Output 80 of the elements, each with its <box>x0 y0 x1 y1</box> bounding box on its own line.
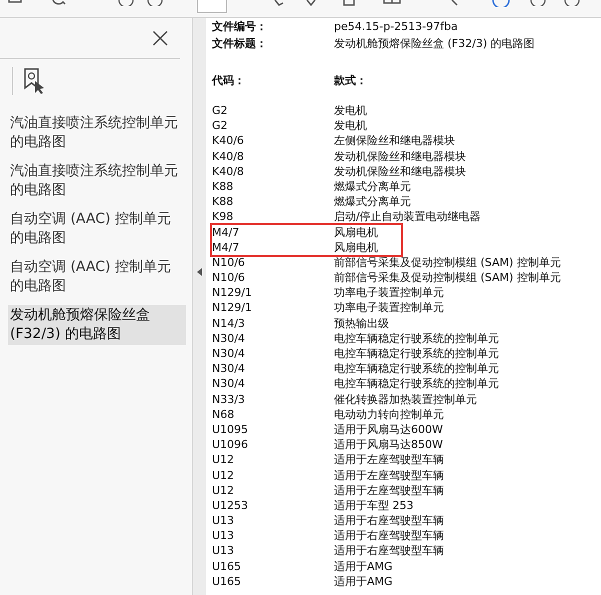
name-cell: 电动动力转向控制单元 <box>334 406 444 422</box>
name-cell: 发电机 <box>334 118 367 134</box>
column-header: 款式： <box>334 73 367 89</box>
name-cell: 适用于左座驾驶型车辆 <box>334 468 444 483</box>
name-cell: 电控车辆稳定行驶系统的控制单元 <box>334 330 499 346</box>
code-cell-text: U12 <box>212 452 236 468</box>
code-cell-text: N10/6 <box>212 270 246 286</box>
name-cell: 前部信号采集及促动控制模组 (SAM) 控制单元 <box>334 254 561 270</box>
meta-value: pe54.15-p-2513-97fba <box>334 19 458 35</box>
code-cell-text: N14/3 <box>212 316 246 331</box>
bookmark-item[interactable]: 自动空调 (AAC) 控制单元的电路图 <box>8 257 186 297</box>
name-cell: 适用于右座驾驶型车辆 <box>334 528 444 544</box>
meta-value: 发动机舱预熔保险丝盒 (F32/3) 的电路图 <box>334 36 535 52</box>
code-cell-text: M4/7 <box>212 240 240 255</box>
code-cell-text: N33/3 <box>212 392 246 407</box>
code-cell-text: U13 <box>212 528 236 544</box>
collapse-arrow-icon[interactable] <box>197 268 202 276</box>
meta-label: 文件编号： <box>212 19 268 35</box>
code-cell-text: K98 <box>212 209 234 224</box>
name-cell: 适用于AMG <box>334 574 393 589</box>
bookmark-item[interactable]: 发动机舱预熔保险丝盒 (F32/3) 的电路图 <box>8 305 186 345</box>
name-cell: 催化转换器加热装置控制单元 <box>334 392 477 407</box>
code-cell-text: K88 <box>212 178 234 194</box>
code-cell-text: N129/1 <box>212 285 253 300</box>
name-cell: 适用于AMG <box>334 558 393 574</box>
close-button[interactable]: × <box>140 24 180 52</box>
name-cell: 电控车辆稳定行驶系统的控制单元 <box>334 376 499 392</box>
bookmark-item[interactable]: 自动空调 (AAC) 控制单元的电路图 <box>8 209 186 249</box>
name-cell: 风扇电机 <box>334 240 378 255</box>
code-cell-text: K40/8 <box>212 164 245 179</box>
name-cell: 启动/停止自动装置电动继电器 <box>334 209 481 224</box>
code-cell-text: K88 <box>212 194 234 210</box>
name-cell: 电控车辆稳定行驶系统的控制单元 <box>334 346 499 362</box>
name-cell: 发动机保险丝和继电器模块 <box>334 148 466 164</box>
code-cell-text: U13 <box>212 513 236 528</box>
name-cell: 适用于左座驾驶型车辆 <box>334 482 444 498</box>
name-cell: 发动机保险丝和继电器模块 <box>334 164 466 179</box>
name-cell: 燃爆式分离单元 <box>334 178 411 194</box>
bookmark-item[interactable]: 汽油直接喷注系统控制单元的电路图 <box>8 161 186 201</box>
name-cell: 适用于左座驾驶型车辆 <box>334 452 444 468</box>
code-cell-text: K40/8 <box>212 148 245 164</box>
code-cell-text: U12 <box>212 482 236 498</box>
search-icon[interactable] <box>52 0 66 5</box>
code-cell-text: N30/4 <box>212 330 246 346</box>
name-cell: 功率电子装置控制单元 <box>334 285 444 300</box>
name-cell: 适用于风扇马达850W <box>334 437 443 452</box>
meta-label: 文件标题： <box>212 36 268 52</box>
code-cell-text: U165 <box>212 574 242 589</box>
code-cell-text: N30/4 <box>212 376 246 392</box>
code-cell-text: N129/1 <box>212 300 253 316</box>
name-cell: 发电机 <box>334 103 367 118</box>
page-number-field[interactable] <box>197 0 227 13</box>
code-cell-text: M4/7 <box>212 224 240 240</box>
code-cell-text: N10/6 <box>212 254 246 270</box>
code-cell-text: G2 <box>212 103 229 118</box>
code-cell-text: N68 <box>212 406 236 422</box>
code-cell-text: K40/6 <box>212 133 245 149</box>
code-cell-text: U165 <box>212 558 242 574</box>
name-cell: 燃爆式分离单元 <box>334 194 411 210</box>
code-cell-text: U1253 <box>212 498 250 514</box>
code-cell-text: N30/4 <box>212 346 246 362</box>
code-cell-text: U1095 <box>212 422 250 438</box>
name-cell: 适用于右座驾驶型车辆 <box>334 513 444 528</box>
name-cell: 电控车辆稳定行驶系统的控制单元 <box>334 361 499 376</box>
name-cell: 功率电子装置控制单元 <box>334 300 444 316</box>
code-cell-text: U12 <box>212 468 236 483</box>
name-cell: 前部信号采集及促动控制模组 (SAM) 控制单元 <box>334 270 561 286</box>
code-cell-text: U1096 <box>212 437 250 452</box>
name-cell: 适用于右座驾驶型车辆 <box>334 543 444 559</box>
bookmark-item[interactable]: 汽油直接喷注系统控制单元的电路图 <box>8 113 186 153</box>
code-cell-text: G2 <box>212 118 229 134</box>
bookmark-icon[interactable] <box>23 68 45 94</box>
column-header: 代码： <box>212 73 246 89</box>
name-cell: 适用于风扇马达600W <box>334 422 443 438</box>
code-cell-text: N30/4 <box>212 361 246 376</box>
name-cell: 适用于车型 253 <box>334 498 414 514</box>
name-cell: 预热输出级 <box>334 316 389 331</box>
name-cell: 风扇电机 <box>334 224 378 240</box>
name-cell: 左侧保险丝和继电器模块 <box>334 133 455 149</box>
code-cell-text: U13 <box>212 543 236 559</box>
